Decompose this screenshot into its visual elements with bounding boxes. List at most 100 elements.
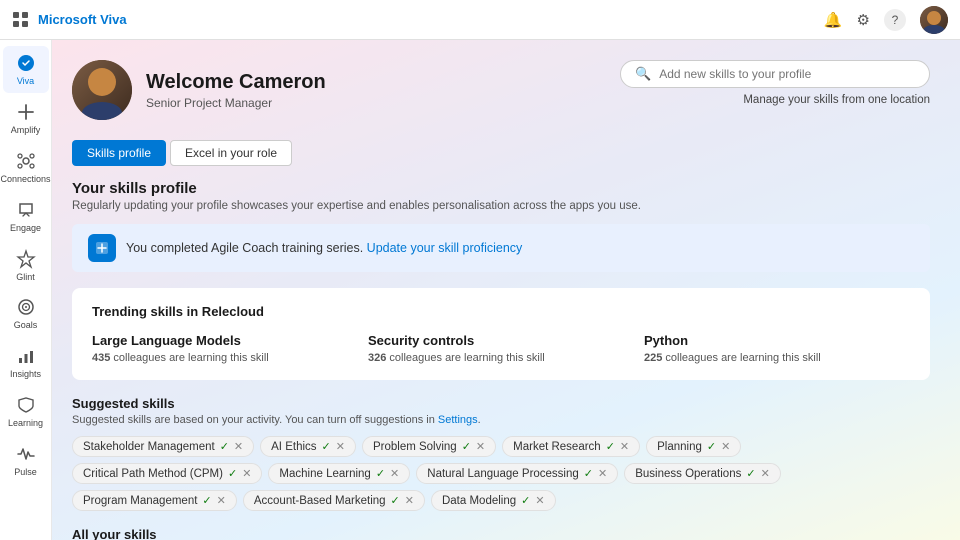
skill-tag-3: Market Research ✓ ✕ (502, 436, 640, 457)
skill-search-box[interactable]: 🔍 (620, 60, 930, 88)
skill-tag-cross-2[interactable]: ✕ (476, 440, 485, 453)
user-avatar[interactable] (920, 6, 948, 34)
skill-tag-check-11[interactable]: ✓ (521, 494, 530, 507)
skills-section-subtitle: Regularly updating your profile showcase… (72, 200, 930, 212)
skill-tag-check-6[interactable]: ✓ (376, 467, 385, 480)
sidebar-label-engage: Engage (10, 224, 41, 234)
skill-tag-label-1: AI Ethics (271, 441, 316, 453)
skill-tag-label-4: Planning (657, 441, 702, 453)
trending-skill-name-0: Large Language Models (92, 333, 358, 348)
sidebar-item-learning[interactable]: Learning (3, 388, 49, 435)
sidebar-label-viva: Viva (17, 77, 34, 87)
skill-tag-2: Problem Solving✓✕ (362, 436, 496, 457)
suggested-skills-desc: Suggested skills are based on your activ… (72, 414, 930, 426)
pulse-icon (15, 443, 37, 465)
skill-tag-label-10: Account-Based Marketing (254, 495, 386, 507)
profile-header: Welcome Cameron Senior Project Manager 🔍… (72, 60, 930, 120)
sidebar-item-viva[interactable]: Viva (3, 46, 49, 93)
insights-icon (15, 345, 37, 367)
skill-tag-cross-7[interactable]: ✕ (598, 467, 607, 480)
sidebar-item-insights[interactable]: Insights (3, 339, 49, 386)
profile-info: Welcome Cameron Senior Project Manager (146, 70, 326, 110)
sidebar-label-glint: Glint (16, 273, 35, 283)
skill-tag-cross-8[interactable]: ✕ (761, 467, 770, 480)
help-icon[interactable]: ? (884, 9, 906, 31)
trending-skill-2: Python 225 colleagues are learning this … (644, 333, 910, 364)
skill-tag-check-10[interactable]: ✓ (391, 494, 400, 507)
connections-icon (15, 150, 37, 172)
skill-tag-10: Account-Based Marketing ✓ ✕ (243, 490, 425, 511)
skill-tag-cross-3[interactable]: ✕ (620, 440, 629, 453)
skill-tag-cross-4[interactable]: ✕ (721, 440, 730, 453)
skill-tag-label-6: Machine Learning (279, 468, 370, 480)
skill-tag-cross-5[interactable]: ✕ (242, 467, 251, 480)
all-skills-title: All your skills (72, 527, 930, 540)
sidebar: Viva Amplify Connections Engage Glint (0, 40, 52, 540)
tab-skills-profile[interactable]: Skills profile (72, 140, 166, 166)
sidebar-item-engage[interactable]: Engage (3, 193, 49, 240)
skill-tag-label-5: Critical Path Method (CPM) (83, 468, 223, 480)
sidebar-label-connections: Connections (0, 175, 50, 185)
search-area: 🔍 Manage your skills from one location (620, 60, 930, 106)
skill-tag-check-2[interactable]: ✓ (462, 440, 471, 453)
skill-tag-cross-1[interactable]: ✕ (336, 440, 345, 453)
skill-search-input[interactable] (659, 67, 915, 81)
settings-link[interactable]: Settings (438, 414, 478, 426)
trending-skill-count-0: 435 colleagues are learning this skill (92, 352, 358, 364)
skill-tag-11: Data Modeling ✓ ✕ (431, 490, 556, 511)
app-body: Viva Amplify Connections Engage Glint (0, 40, 960, 540)
skill-tag-cross-9[interactable]: ✕ (217, 494, 226, 507)
suggested-skills-section: Suggested skills Suggested skills are ba… (72, 396, 930, 511)
glint-icon (15, 248, 37, 270)
sidebar-item-connections[interactable]: Connections (3, 144, 49, 191)
topbar: Microsoft Viva 🔔 ⚙ ? (0, 0, 960, 40)
profile-avatar (72, 60, 132, 120)
skill-tag-6: Machine Learning ✓ ✕ (268, 463, 410, 484)
skills-section-title: Your skills profile (72, 180, 930, 197)
skill-tag-cross-10[interactable]: ✕ (405, 494, 414, 507)
trending-skill-1: Security controls 326 colleagues are lea… (368, 333, 634, 364)
skill-tag-label-11: Data Modeling (442, 495, 516, 507)
skill-tag-check-4[interactable]: ✓ (707, 440, 716, 453)
skill-tag-label-9: Program Management (83, 495, 197, 507)
sidebar-label-goals: Goals (14, 321, 38, 331)
notif-link[interactable]: Update your skill proficiency (367, 241, 523, 255)
app-title: Microsoft Viva (38, 12, 824, 27)
trending-skill-name-2: Python (644, 333, 910, 348)
trending-skill-name-1: Security controls (368, 333, 634, 348)
skill-tag-check-3[interactable]: ✓ (606, 440, 615, 453)
sidebar-item-amplify[interactable]: Amplify (3, 95, 49, 142)
bell-icon[interactable]: 🔔 (824, 11, 843, 29)
profile-left: Welcome Cameron Senior Project Manager (72, 60, 326, 120)
skill-tag-cross-0[interactable]: ✕ (234, 440, 243, 453)
skill-tag-check-0[interactable]: ✓ (220, 440, 229, 453)
skill-tag-0: Stakeholder Management✓✕ (72, 436, 254, 457)
trending-skill-count-1: 326 colleagues are learning this skill (368, 352, 634, 364)
skill-tag-check-1[interactable]: ✓ (322, 440, 331, 453)
search-icon: 🔍 (635, 66, 651, 82)
viva-icon (15, 52, 37, 74)
sidebar-label-pulse: Pulse (14, 468, 37, 478)
amplify-icon (15, 101, 37, 123)
sidebar-label-insights: Insights (10, 370, 41, 380)
skill-tag-check-8[interactable]: ✓ (746, 467, 755, 480)
skill-tag-check-5[interactable]: ✓ (228, 467, 237, 480)
settings-icon[interactable]: ⚙ (857, 11, 870, 29)
grid-icon[interactable] (12, 11, 30, 29)
skill-tag-cross-11[interactable]: ✕ (535, 494, 544, 507)
welcome-text: Welcome Cameron (146, 70, 326, 94)
skill-tag-check-9[interactable]: ✓ (202, 494, 211, 507)
tab-excel-role[interactable]: Excel in your role (170, 140, 292, 166)
skill-tag-label-8: Business Operations (635, 468, 741, 480)
sidebar-item-pulse[interactable]: Pulse (3, 437, 49, 484)
skill-tag-label-3: Market Research (513, 441, 601, 453)
skill-tag-check-7[interactable]: ✓ (584, 467, 593, 480)
skill-tag-cross-6[interactable]: ✕ (390, 467, 399, 480)
profile-role: Senior Project Manager (146, 96, 326, 110)
sidebar-item-goals[interactable]: Goals (3, 290, 49, 337)
trending-skill-0: Large Language Models 435 colleagues are… (92, 333, 358, 364)
sidebar-item-glint[interactable]: Glint (3, 242, 49, 289)
notification-banner: You completed Agile Coach training serie… (72, 224, 930, 272)
search-subtitle: Manage your skills from one location (743, 94, 930, 106)
tab-bar: Skills profile Excel in your role (72, 140, 930, 166)
